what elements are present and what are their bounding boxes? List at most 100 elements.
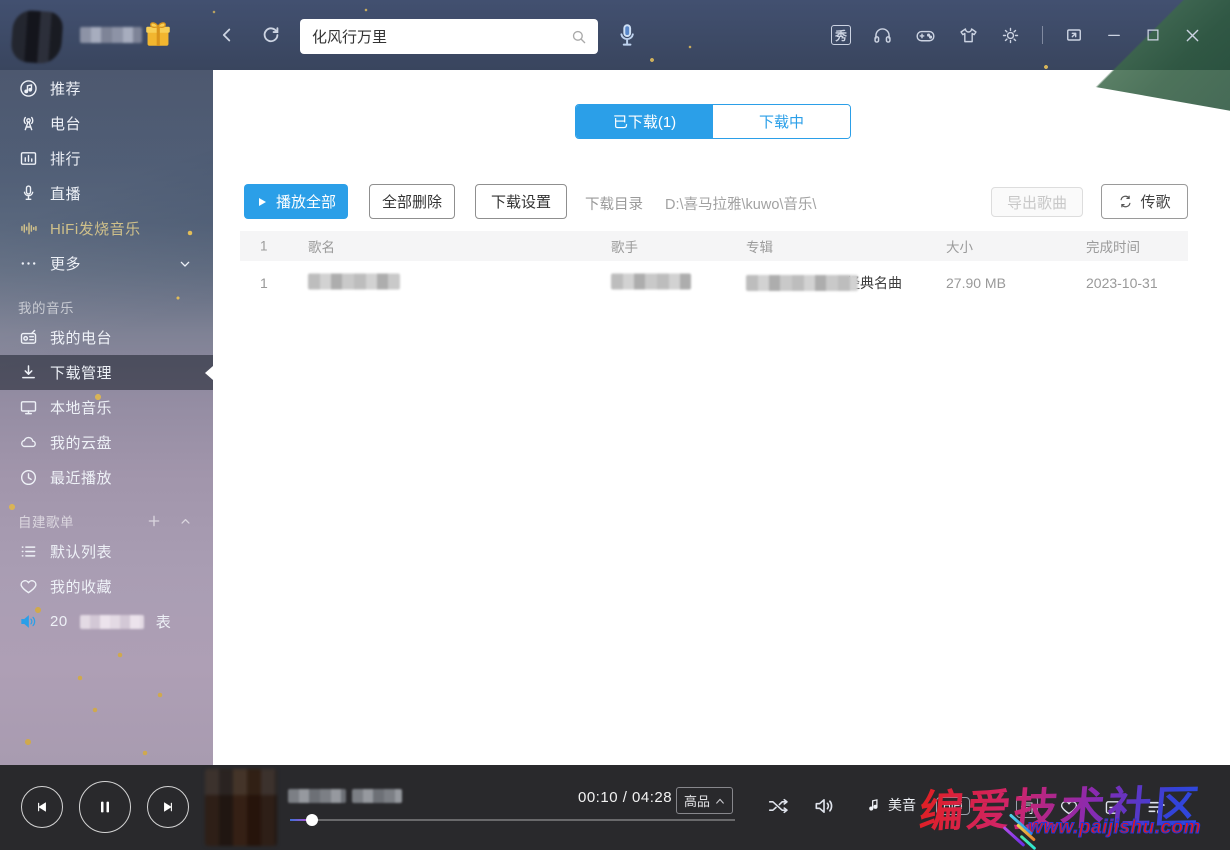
microphone-icon [18,183,39,204]
shuffle-icon[interactable] [766,794,792,818]
watermark-streak [1016,823,1036,841]
download-dir-path[interactable]: D:\喜马拉雅\kuwo\音乐\ [665,193,816,214]
sidebar-item-playing-playlist[interactable]: 20表 [0,604,213,639]
sidebar-item-local-music[interactable]: 本地音乐 [0,390,213,425]
sidebar-item-label: 本地音乐 [50,397,112,418]
quality-selector[interactable]: 高品 [676,787,733,814]
watermark-url: www.paijishu.com [1028,817,1201,839]
watermark-streak [1020,835,1037,850]
back-icon[interactable] [216,24,238,46]
now-playing-artist-blurred [352,789,402,803]
sidebar-item-live[interactable]: 直播 [0,176,213,211]
sidebar-item-default-playlist[interactable]: 默认列表 [0,534,213,569]
sidebar-section-playlists: 自建歌单 [0,508,213,534]
transfer-label: 传歌 [1140,191,1170,212]
table-row[interactable]: 1 经典名曲 27.90 MB 2023-10-31 [240,261,1188,305]
transfer-songs-button[interactable]: 传歌 [1101,184,1188,219]
skin-icon[interactable] [958,25,979,46]
row-artist-blurred [611,274,691,293]
sidebar-item-cloud-disk[interactable]: 我的云盘 [0,425,213,460]
maximize-icon[interactable] [1144,26,1162,44]
playlist-icon[interactable] [1144,796,1168,819]
app-logo [10,9,64,64]
sidebar-item-label: 下载管理 [50,362,112,383]
sidebar-item-ranking[interactable]: 排行 [0,141,213,176]
list-icon [18,541,39,562]
favorite-heart-icon[interactable] [1058,797,1080,818]
sound-effect-button[interactable]: 美音 [865,795,916,815]
next-track-button[interactable] [147,786,189,828]
download-settings-button[interactable]: 下载设置 [475,184,567,219]
pause-button[interactable] [79,781,131,833]
hifi-button[interactable]: HiFi [936,797,970,815]
add-playlist-icon[interactable] [146,513,162,529]
caret-up-icon [715,797,725,805]
sidebar-item-label: 直播 [50,183,81,204]
time-display: 00:10 / 04:28 [578,789,672,806]
row-finish-time: 2023-10-31 [1086,275,1158,291]
game-icon[interactable] [914,25,937,46]
more-dots-icon [18,253,39,274]
delete-all-button[interactable]: 全部删除 [369,184,455,219]
progress-bar[interactable] [290,819,735,821]
voice-search-icon[interactable] [614,22,640,50]
toolbar-divider [1042,26,1043,44]
now-playing-album-art-blurred[interactable] [205,769,277,846]
sidebar-item-recommend[interactable]: 推荐 [0,71,213,106]
playlist-name-blurred [80,615,144,629]
progress-thumb[interactable] [306,814,318,826]
sidebar-item-label: 我的云盘 [50,432,112,453]
sidebar-item-more[interactable]: 更多 [0,246,213,281]
headphones-icon[interactable] [872,25,893,46]
col-index: 1 [260,239,268,254]
app-logo-text-blurred [80,27,142,43]
desktop-lyrics-icon[interactable] [1102,797,1124,818]
section-header-label: 自建歌单 [18,511,74,531]
col-time: 完成时间 [1086,236,1140,256]
main-content: 已下载(1) 下载中 播放全部 全部删除 下载设置 下载目录 D:\喜马拉雅\k… [213,70,1230,765]
row-album: 经典名曲 [746,273,902,293]
sidebar-item-radio[interactable]: 电台 [0,106,213,141]
export-songs-button[interactable]: 导出歌曲 [991,187,1083,217]
minimize-icon[interactable] [1105,26,1123,44]
bar-chart-icon [18,148,39,169]
lyrics-button[interactable]: 词 [1016,796,1038,818]
monitor-icon [18,397,39,418]
play-all-button[interactable]: 播放全部 [244,184,348,219]
sidebar-item-hifi[interactable]: HiFi发烧音乐 [0,211,213,246]
sidebar-item-download-manager[interactable]: 下载管理 [0,355,213,390]
tab-downloading[interactable]: 下载中 [713,105,850,138]
heart-icon [18,576,39,597]
search-input[interactable] [310,27,570,46]
sidebar-item-label: 更多 [50,253,81,274]
gift-icon[interactable] [142,17,174,51]
tab-downloaded[interactable]: 已下载(1) [576,105,713,138]
search-icon[interactable] [570,28,588,46]
playlist-name-prefix: 20 [50,613,68,630]
sidebar: 推荐 电台 排行 直播 [0,70,213,765]
volume-icon[interactable] [812,794,837,818]
watermark-streak [1003,826,1026,847]
sidebar-item-label: 排行 [50,148,81,169]
settings-gear-icon[interactable] [1000,25,1021,46]
sidebar-item-recently-played[interactable]: 最近播放 [0,460,213,495]
mini-mode-icon[interactable] [1064,25,1084,45]
row-index: 1 [260,275,268,291]
close-icon[interactable] [1183,26,1202,45]
radio-box-icon [18,327,39,348]
show-badge-icon[interactable]: 秀 [831,25,851,45]
sidebar-item-my-radio[interactable]: 我的电台 [0,320,213,355]
sidebar-item-favorites[interactable]: 我的收藏 [0,569,213,604]
search-box[interactable] [300,19,598,54]
player-bar: 00:10 / 04:28 高品 美音 HiFi 词 [0,765,1230,850]
collapse-chevron-up-icon[interactable] [178,514,193,529]
download-icon [18,362,39,383]
play-all-label: 播放全部 [276,191,336,212]
toolbar: 播放全部 全部删除 下载设置 下载目录 D:\喜马拉雅\kuwo\音乐\ 导出歌… [213,184,1230,220]
speaker-playing-icon [18,611,39,632]
previous-track-button[interactable] [21,786,63,828]
download-dir-label: 下载目录 [585,193,643,214]
chevron-down-icon[interactable] [177,256,193,272]
row-size: 27.90 MB [946,275,1006,291]
refresh-icon[interactable] [260,24,282,46]
